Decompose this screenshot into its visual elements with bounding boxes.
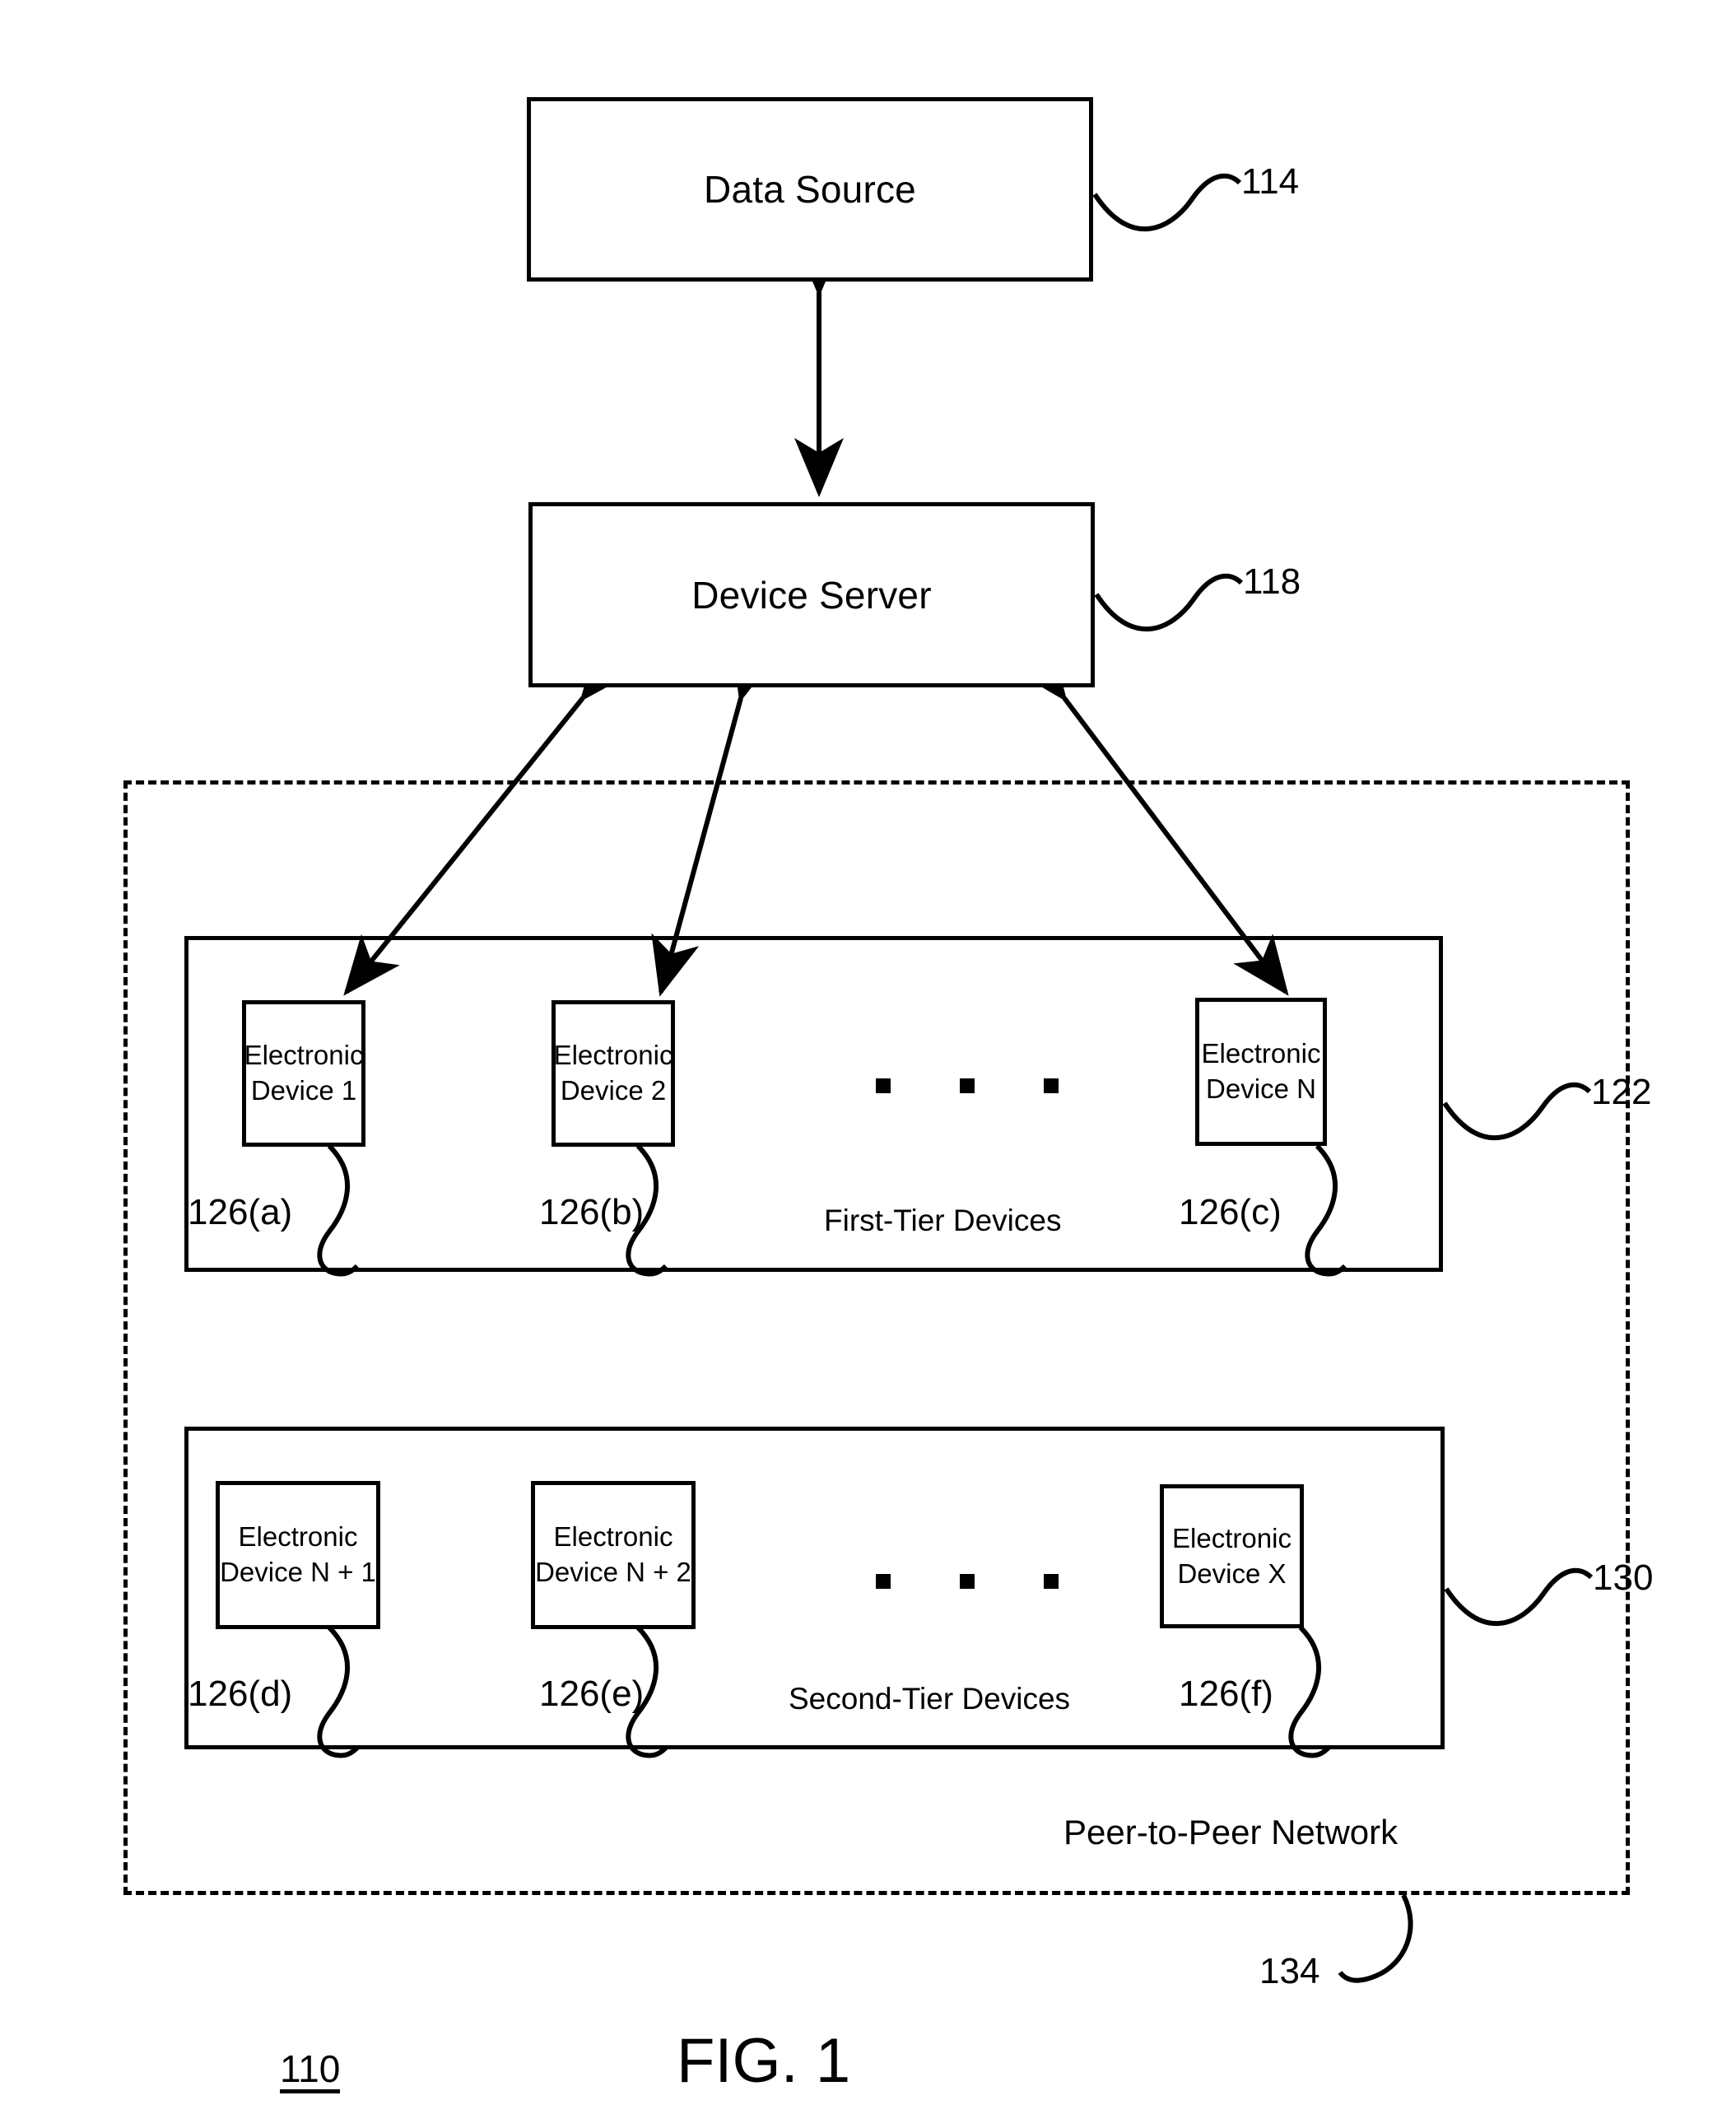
device-box-2-line1: Electronic [553, 1040, 673, 1071]
ref-130: 130 [1593, 1558, 1654, 1598]
leader-134 [1338, 1893, 1413, 1983]
ref-122: 122 [1591, 1072, 1652, 1112]
second-tier-label: Second-Tier Devices [789, 1682, 1071, 1716]
ellipsis-dot [1044, 1078, 1059, 1093]
ellipsis-dot [876, 1078, 891, 1093]
device-box-1-line2: Device 1 [250, 1075, 357, 1106]
ref-126d: 126(d) [188, 1674, 293, 1714]
device-box-n-line2: Device N [1206, 1073, 1316, 1104]
device-box-n[interactable]: Electronic Device N [1195, 998, 1327, 1146]
figure-canvas: Data Source 114 Device Server 118 Peer-t… [0, 0, 1736, 2128]
second-tier-ellipsis [876, 1574, 1059, 1589]
device-server-box[interactable]: Device Server [528, 502, 1095, 687]
device-box-n-plus-2[interactable]: Electronic Device N + 2 [531, 1481, 696, 1629]
ref-126b: 126(b) [539, 1192, 645, 1232]
device-box-x-line2: Device X [1177, 1558, 1287, 1589]
ellipsis-dot [1044, 1574, 1059, 1589]
ref-126e: 126(e) [539, 1674, 645, 1714]
device-box-n-line1: Electronic [1201, 1038, 1321, 1069]
device-box-n-plus-1-line1: Electronic [238, 1521, 358, 1553]
data-source-box[interactable]: Data Source [527, 97, 1093, 282]
device-box-2[interactable]: Electronic Device 2 [552, 1000, 675, 1147]
device-box-x-line1: Electronic [1172, 1522, 1292, 1553]
ref-126c: 126(c) [1179, 1192, 1282, 1232]
device-box-x[interactable]: Electronic Device X [1160, 1484, 1304, 1628]
leader-118 [1094, 573, 1244, 631]
first-tier-label: First-Tier Devices [824, 1204, 1062, 1237]
device-server-label: Device Server [691, 573, 932, 617]
ellipsis-dot [960, 1574, 975, 1589]
device-box-n-plus-1[interactable]: Electronic Device N + 1 [216, 1481, 380, 1629]
ellipsis-dot [960, 1078, 975, 1093]
ref-134: 134 [1259, 1951, 1320, 1991]
system-number-110: 110 [280, 2050, 341, 2093]
figure-caption: FIG. 1 [677, 2026, 851, 2096]
ref-126a: 126(a) [188, 1192, 293, 1232]
leader-114 [1092, 173, 1242, 231]
peer-to-peer-network-label: Peer-to-Peer Network [1063, 1813, 1399, 1851]
first-tier-ellipsis [876, 1078, 1059, 1093]
device-box-n-plus-1-line2: Device N + 1 [220, 1557, 376, 1587]
data-source-label: Data Source [704, 168, 916, 211]
device-box-n-plus-2-line1: Electronic [553, 1521, 673, 1553]
device-box-n-plus-2-line2: Device N + 2 [535, 1557, 691, 1587]
ref-114: 114 [1241, 161, 1300, 202]
device-box-2-line2: Device 2 [560, 1075, 667, 1106]
device-box-1[interactable]: Electronic Device 1 [242, 1000, 365, 1147]
device-box-1-line1: Electronic [244, 1040, 364, 1071]
ref-126f: 126(f) [1179, 1674, 1273, 1714]
ellipsis-dot [876, 1574, 891, 1589]
ref-118: 118 [1243, 561, 1301, 602]
